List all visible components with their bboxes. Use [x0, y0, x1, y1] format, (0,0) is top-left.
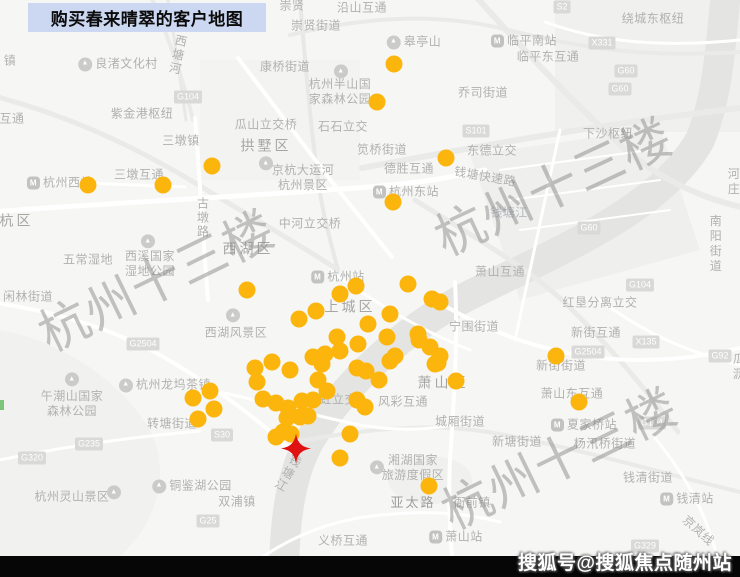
customer-dot [282, 362, 299, 379]
customer-dot [332, 450, 349, 467]
customer-dots-layer [0, 0, 740, 577]
map-title: 购买春来晴翠的客户地图 [51, 5, 244, 30]
customer-dot [386, 56, 403, 73]
customer-dot [432, 294, 449, 311]
project-location-star [281, 434, 311, 469]
customer-dot [300, 408, 317, 425]
customer-dot [155, 177, 172, 194]
customer-dot [571, 394, 588, 411]
sohu-credit-watermark: 搜狐号@搜狐焦点随州站 [518, 548, 732, 575]
customer-dot [80, 177, 97, 194]
customer-dot [314, 356, 331, 373]
customer-dot [438, 150, 455, 167]
customer-dot [348, 278, 365, 295]
customer-dot [185, 390, 202, 407]
customer-dot [400, 276, 417, 293]
customer-dot [239, 282, 256, 299]
customer-dot [360, 316, 377, 333]
customer-dot [357, 399, 374, 416]
four-point-star-icon [281, 434, 311, 464]
customer-dot [264, 354, 281, 371]
customer-dot [308, 303, 325, 320]
customer-dot [382, 306, 399, 323]
customer-dot [448, 373, 465, 390]
customer-dot [548, 348, 565, 365]
customer-dot [350, 336, 367, 353]
customer-dot [382, 353, 399, 370]
customer-dot [430, 355, 447, 372]
map-title-banner: 购买春来晴翠的客户地图 [28, 3, 266, 32]
customer-dot [342, 426, 359, 443]
customer-dot [249, 374, 266, 391]
customer-dot [305, 392, 322, 409]
customer-dot [411, 332, 428, 349]
customer-dot [369, 94, 386, 111]
customer-dot [385, 194, 402, 211]
customer-dot [332, 286, 349, 303]
customer-map-screenshot: 镇互通▲良渚文化村西塘河G104紫金港枢纽康桥街道崇贤崇贤街道沿山互通S2▲皋亭… [0, 0, 740, 577]
customer-dot [421, 478, 438, 495]
customer-dot [202, 383, 219, 400]
customer-dot [291, 311, 308, 328]
customer-dot [332, 343, 349, 360]
customer-dot [204, 158, 221, 175]
customer-dot [206, 401, 223, 418]
customer-dot [371, 372, 388, 389]
customer-dot [190, 411, 207, 428]
customer-dot [379, 329, 396, 346]
